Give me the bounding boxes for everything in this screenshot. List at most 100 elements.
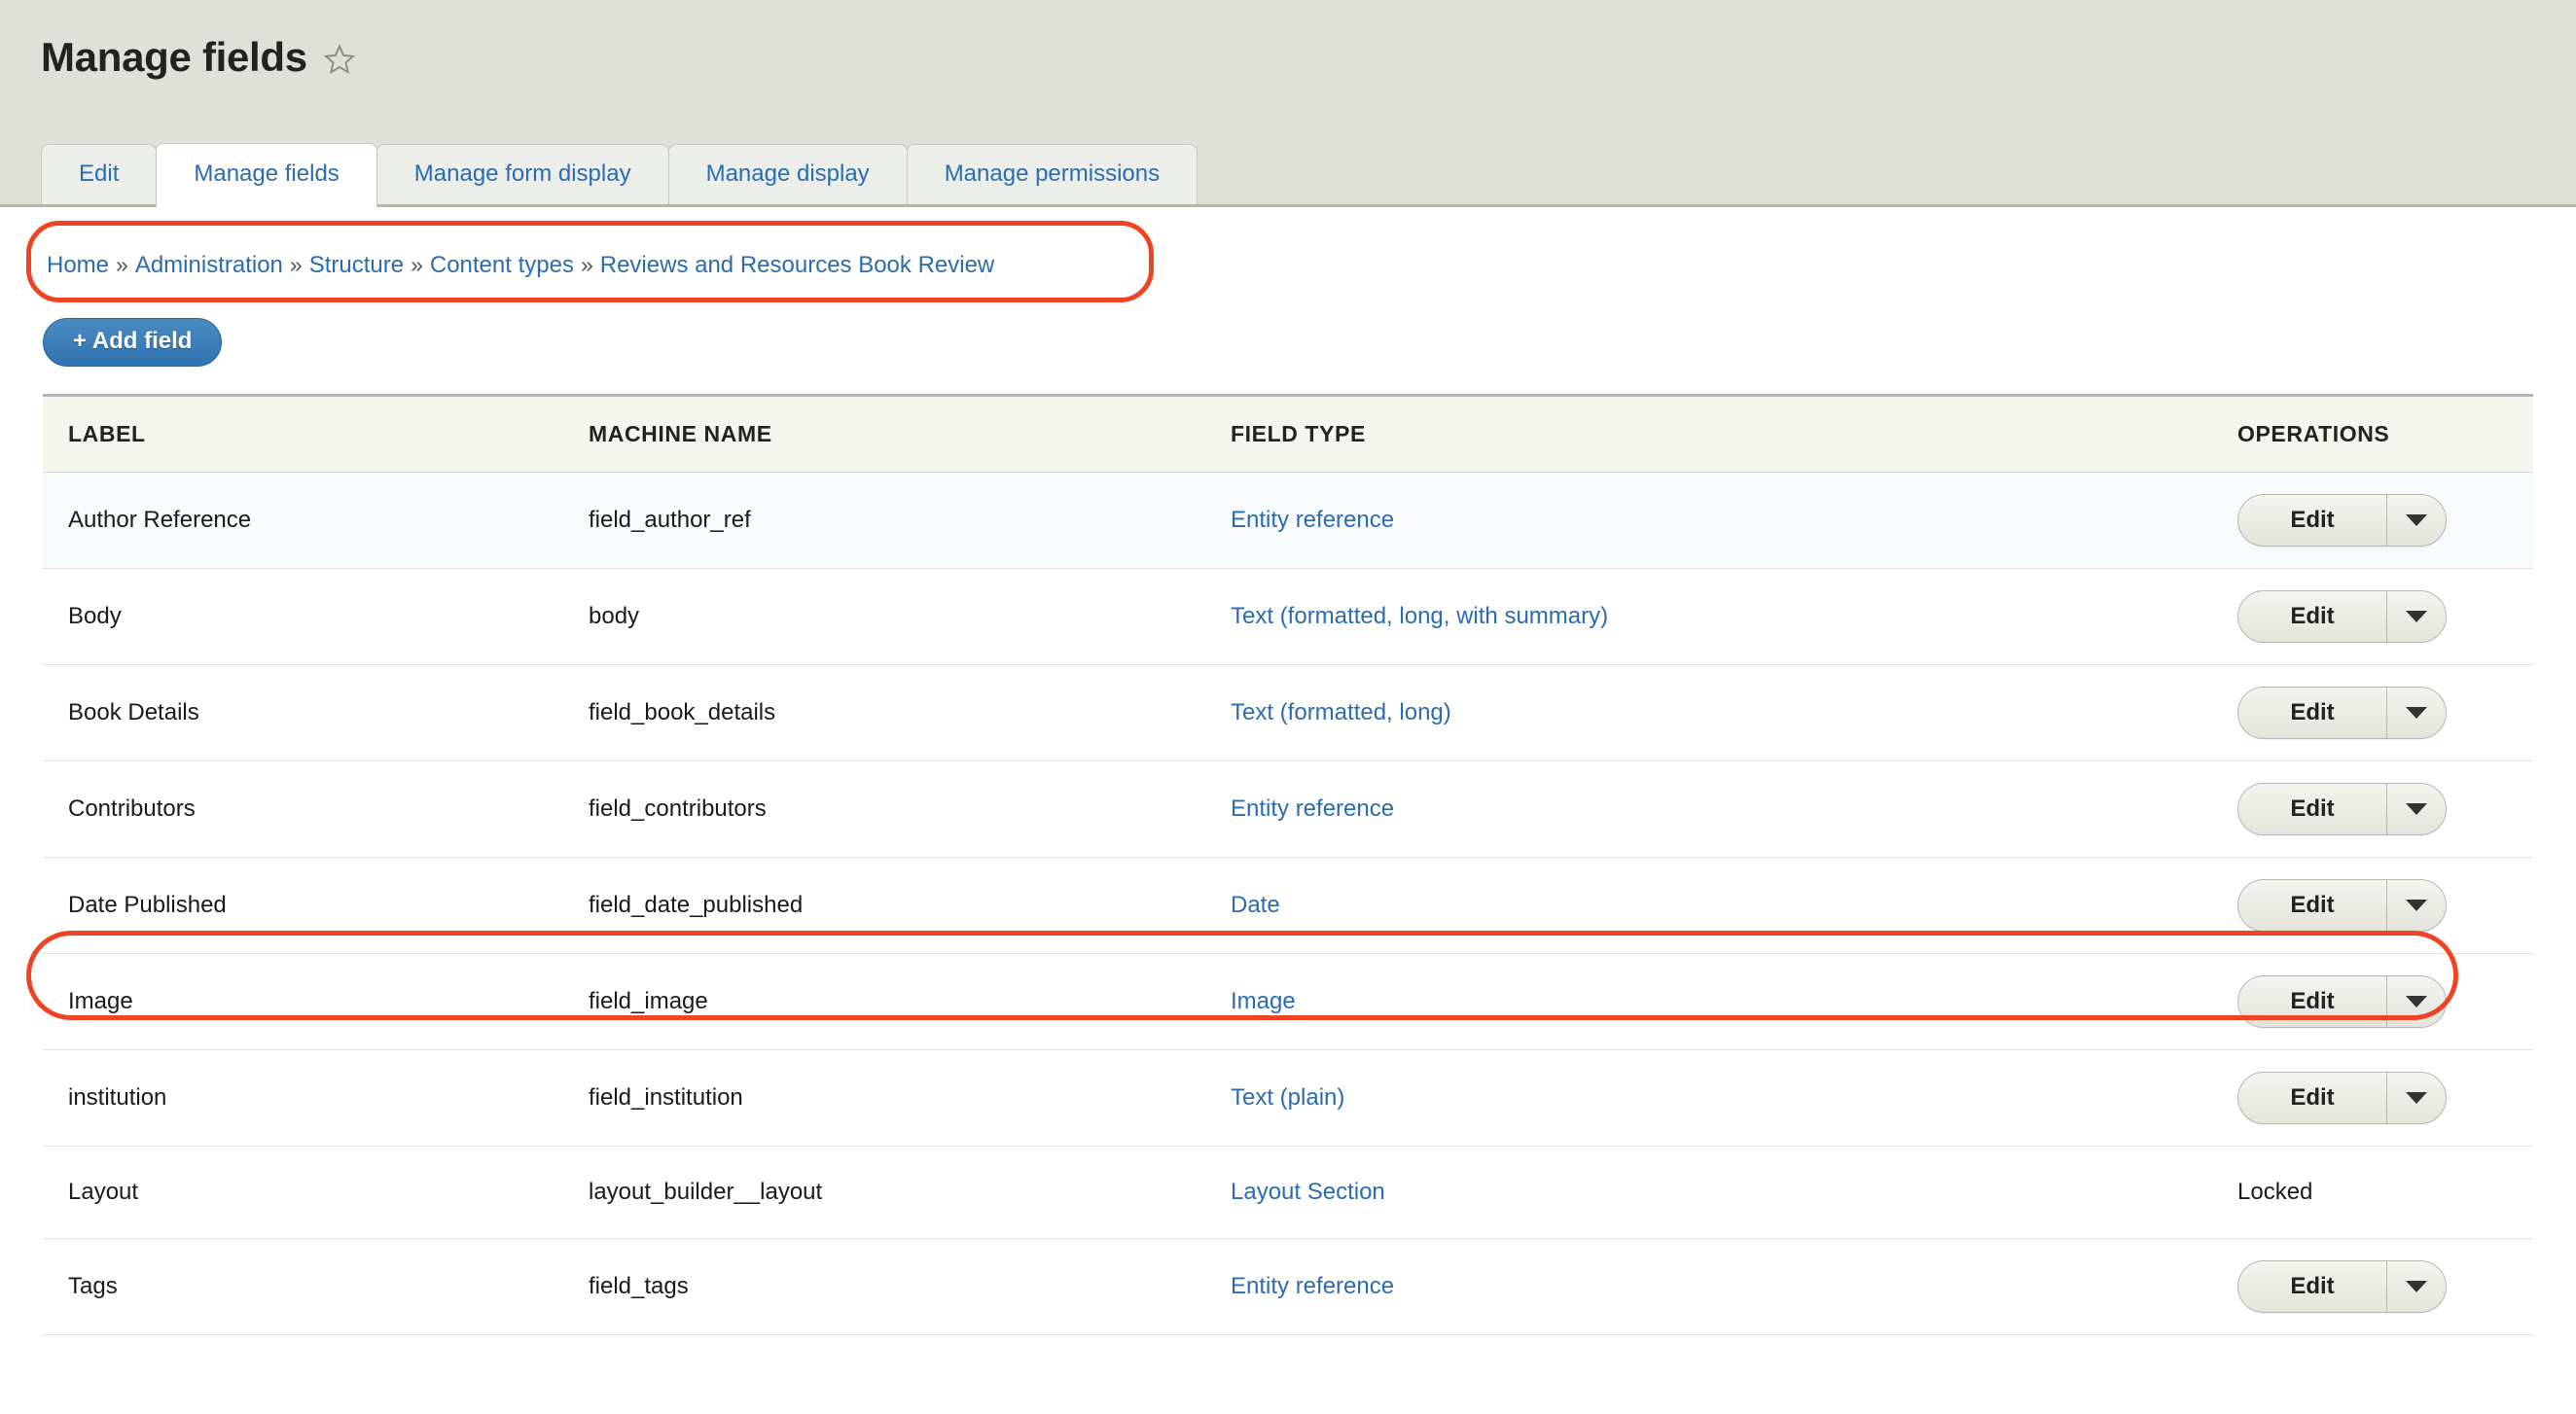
dropdown-toggle-button[interactable] bbox=[2387, 1073, 2446, 1123]
cell-operations: Edit bbox=[2212, 664, 2533, 761]
chevron-down-icon bbox=[2406, 611, 2427, 622]
tab-edit[interactable]: Edit bbox=[41, 144, 158, 204]
cell-field-type: Entity reference bbox=[1205, 1238, 2212, 1335]
cell-label: Date Published bbox=[43, 857, 563, 954]
cell-label: Tags bbox=[43, 1238, 563, 1335]
table-row: Contributors field_contributors Entity r… bbox=[43, 760, 2533, 858]
edit-button[interactable]: Edit bbox=[2238, 1261, 2387, 1312]
tab-label: Manage display bbox=[705, 160, 870, 187]
table-header: LABEL MACHINE NAME FIELD TYPE OPERATIONS bbox=[43, 394, 2533, 473]
cell-operations: Edit bbox=[2212, 953, 2533, 1050]
tab-manage-display[interactable]: Manage display bbox=[667, 144, 908, 204]
cell-label: Layout bbox=[43, 1146, 563, 1239]
dropbutton[interactable]: Edit bbox=[2237, 783, 2447, 835]
page-title: Manage fields bbox=[41, 34, 307, 80]
breadcrumb-separator: » bbox=[580, 252, 593, 277]
field-type-link[interactable]: Text (formatted, long) bbox=[1231, 699, 1451, 725]
field-type-link[interactable]: Image bbox=[1231, 988, 1296, 1014]
dropdown-toggle-button[interactable] bbox=[2387, 784, 2446, 834]
breadcrumb-item-content-types[interactable]: Content types bbox=[430, 252, 574, 278]
field-type-link[interactable]: Layout Section bbox=[1231, 1179, 1385, 1205]
edit-button[interactable]: Edit bbox=[2238, 495, 2387, 546]
chevron-down-icon bbox=[2406, 803, 2427, 815]
field-type-link[interactable]: Text (plain) bbox=[1231, 1084, 1344, 1111]
dropbutton[interactable]: Edit bbox=[2237, 975, 2447, 1028]
field-type-link[interactable]: Date bbox=[1231, 892, 1280, 918]
breadcrumb-item-administration[interactable]: Administration bbox=[135, 252, 283, 278]
cell-machine-name: field_date_published bbox=[563, 857, 1205, 954]
edit-button[interactable]: Edit bbox=[2238, 784, 2387, 834]
dropdown-toggle-button[interactable] bbox=[2387, 976, 2446, 1027]
cell-operations: Edit bbox=[2212, 568, 2533, 665]
cell-machine-name: field_institution bbox=[563, 1049, 1205, 1147]
table-row: Author Reference field_author_ref Entity… bbox=[43, 472, 2533, 569]
tab-label: Manage form display bbox=[413, 160, 631, 187]
star-icon[interactable] bbox=[323, 43, 356, 76]
cell-operations: Edit bbox=[2212, 1049, 2533, 1147]
dropbutton[interactable]: Edit bbox=[2237, 494, 2447, 547]
cell-label: institution bbox=[43, 1049, 563, 1147]
add-field-button[interactable]: + Add field bbox=[43, 318, 223, 367]
table-row: Date Published field_date_published Date… bbox=[43, 857, 2533, 954]
cell-field-type: Entity reference bbox=[1205, 472, 2212, 569]
column-header-operations: OPERATIONS bbox=[2212, 394, 2533, 473]
cell-operations: Edit bbox=[2212, 1238, 2533, 1335]
dropdown-toggle-button[interactable] bbox=[2387, 880, 2446, 931]
edit-button[interactable]: Edit bbox=[2238, 591, 2387, 642]
tab-manage-permissions[interactable]: Manage permissions bbox=[906, 144, 1199, 204]
field-type-link[interactable]: Entity reference bbox=[1231, 507, 1394, 533]
primary-tabs: Edit Manage fields Manage form display M… bbox=[41, 143, 1199, 207]
table-row: Tags field_tags Entity reference Edit bbox=[43, 1238, 2533, 1335]
cell-operations: Edit bbox=[2212, 472, 2533, 569]
dropbutton[interactable]: Edit bbox=[2237, 1072, 2447, 1124]
cell-machine-name: body bbox=[563, 568, 1205, 665]
breadcrumb-item-structure[interactable]: Structure bbox=[309, 252, 404, 278]
dropbutton[interactable]: Edit bbox=[2237, 1260, 2447, 1313]
cell-field-type: Text (plain) bbox=[1205, 1049, 2212, 1147]
dropdown-toggle-button[interactable] bbox=[2387, 1261, 2446, 1312]
dropdown-toggle-button[interactable] bbox=[2387, 591, 2446, 642]
field-type-link[interactable]: Entity reference bbox=[1231, 1273, 1394, 1299]
tab-manage-form-display[interactable]: Manage form display bbox=[376, 144, 669, 204]
chevron-down-icon bbox=[2406, 996, 2427, 1007]
page-title-row: Manage fields bbox=[41, 37, 356, 78]
breadcrumb-item-content-type[interactable]: Reviews and Resources Book Review bbox=[600, 252, 995, 278]
page-header: Manage fields Edit Manage fields Manage … bbox=[0, 0, 2576, 207]
column-header-field-type: FIELD TYPE bbox=[1205, 394, 2212, 473]
table-row: institution field_institution Text (plai… bbox=[43, 1049, 2533, 1147]
table-row: Body body Text (formatted, long, with su… bbox=[43, 568, 2533, 665]
edit-button[interactable]: Edit bbox=[2238, 976, 2387, 1027]
fields-table: LABEL MACHINE NAME FIELD TYPE OPERATIONS… bbox=[43, 394, 2533, 1335]
edit-button[interactable]: Edit bbox=[2238, 1073, 2387, 1123]
table-row-image-highlighted: Image field_image Image Edit bbox=[43, 953, 2533, 1050]
cell-field-type: Date bbox=[1205, 857, 2212, 954]
edit-button[interactable]: Edit bbox=[2238, 880, 2387, 931]
breadcrumb-item-home[interactable]: Home bbox=[47, 252, 109, 278]
table-body: Author Reference field_author_ref Entity… bbox=[43, 472, 2533, 1335]
chevron-down-icon bbox=[2406, 900, 2427, 911]
dropdown-toggle-button[interactable] bbox=[2387, 495, 2446, 546]
cell-machine-name: field_book_details bbox=[563, 664, 1205, 761]
cell-field-type: Entity reference bbox=[1205, 760, 2212, 858]
chevron-down-icon bbox=[2406, 514, 2427, 526]
tab-label: Manage fields bbox=[194, 159, 340, 187]
dropdown-toggle-button[interactable] bbox=[2387, 688, 2446, 738]
column-header-label: LABEL bbox=[43, 394, 563, 473]
chevron-down-icon bbox=[2406, 707, 2427, 719]
dropbutton[interactable]: Edit bbox=[2237, 590, 2447, 643]
field-type-link[interactable]: Entity reference bbox=[1231, 795, 1394, 822]
cell-label: Image bbox=[43, 953, 563, 1050]
chevron-down-icon bbox=[2406, 1281, 2427, 1292]
table-row: Layout layout_builder__layout Layout Sec… bbox=[43, 1146, 2533, 1239]
edit-button[interactable]: Edit bbox=[2238, 688, 2387, 738]
dropbutton[interactable]: Edit bbox=[2237, 879, 2447, 932]
tab-manage-fields[interactable]: Manage fields bbox=[156, 143, 377, 207]
cell-machine-name: field_author_ref bbox=[563, 472, 1205, 569]
cell-machine-name: field_tags bbox=[563, 1238, 1205, 1335]
dropbutton[interactable]: Edit bbox=[2237, 687, 2447, 739]
cell-field-type: Layout Section bbox=[1205, 1146, 2212, 1239]
field-type-link[interactable]: Text (formatted, long, with summary) bbox=[1231, 603, 1608, 629]
table-row: Book Details field_book_details Text (fo… bbox=[43, 664, 2533, 761]
cell-operations: Edit bbox=[2212, 760, 2533, 858]
cell-label: Book Details bbox=[43, 664, 563, 761]
